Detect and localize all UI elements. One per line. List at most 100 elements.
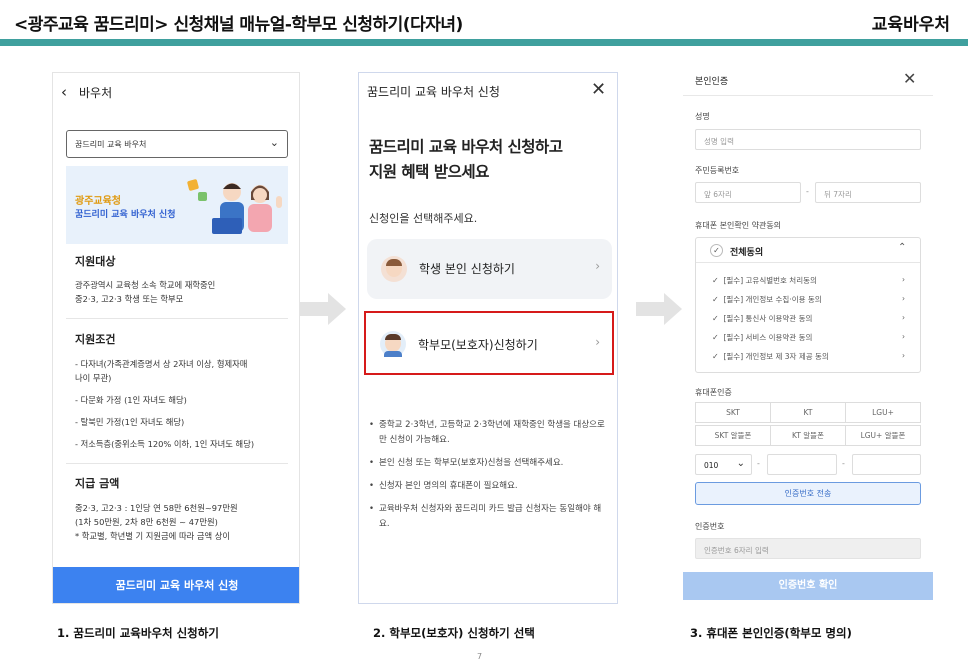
agreement-box: ✓ 전체동의 ⌃ ✓ [필수] 고유식별번호 처리동의 › ✓ [필수] 개인정보… (695, 237, 921, 373)
voucher-select[interactable]: 꿈드리미 교육 바우처 ⌄ (66, 130, 288, 158)
agree-item[interactable]: ✓ [필수] 서비스 이용약관 동의 › (712, 332, 905, 343)
area-code-value: 010 (704, 461, 719, 470)
divider (66, 463, 288, 464)
rrn-front-input[interactable]: 앞 6자리 (695, 182, 801, 203)
page-number: 7 (477, 652, 483, 661)
phone-last-input[interactable] (852, 454, 921, 475)
section-heading-amount: 지급 금액 (75, 477, 120, 490)
applicant-select-dialog: 꿈드리미 교육 바우처 신청 ✕ 꿈드리미 교육 바우처 신청하고 지원 혜택 … (358, 72, 618, 604)
check-icon[interactable]: ✓ (712, 352, 719, 361)
section-heading-conditions: 지원조건 (75, 333, 116, 346)
agree-all-label: 전체동의 (730, 248, 764, 258)
chevron-right-icon[interactable]: › (902, 351, 905, 360)
headline-line: 지원 혜택 받으세요 (369, 163, 489, 181)
agree-item-label: [필수] 서비스 이용약관 동의 (723, 333, 813, 342)
chevron-right-icon[interactable]: › (902, 294, 905, 303)
chevron-right-icon[interactable]: › (902, 275, 905, 284)
header-accent-bar (0, 39, 968, 46)
carrier-option[interactable]: SKT (695, 402, 771, 423)
code-label: 인증번호 (695, 522, 725, 531)
text-line: - 다문화 가정 (1인 자녀도 해당) (75, 395, 187, 405)
chevron-up-icon[interactable]: ⌃ (898, 242, 906, 253)
name-input[interactable]: 성명 입력 (695, 129, 921, 150)
identity-verification-screen: 본인인증 ✕ 성명 성명 입력 주민등록번호 앞 6자리 - 뒤 7자리 휴대폰… (683, 65, 933, 600)
text-line: (1차 50만원, 2차 8만 6천원 ~ 47만원) (75, 517, 218, 527)
code-input[interactable]: 인증번호 6자리 입력 (695, 538, 921, 559)
divider (683, 95, 933, 96)
banner-illustration (187, 179, 282, 234)
text-line: * 학교별, 학년별 기 지원금에 따라 금액 상이 (75, 531, 231, 541)
section-heading-target: 지원대상 (75, 255, 116, 268)
parent-avatar-icon (380, 331, 406, 357)
chevron-right-icon: › (595, 259, 600, 273)
student-option-label: 학생 본인 신청하기 (419, 262, 515, 276)
student-apply-option[interactable]: 학생 본인 신청하기 › (367, 239, 612, 299)
agree-item-label: [필수] 고유식별번호 처리동의 (723, 276, 817, 285)
carrier-option[interactable]: SKT 알뜰폰 (695, 425, 771, 446)
dialog-headline: 꿈드리미 교육 바우처 신청하고 지원 혜택 받으세요 (369, 135, 563, 185)
headline-line: 꿈드리미 교육 바우처 신청하고 (369, 138, 563, 156)
rrn-back-input[interactable]: 뒤 7자리 (815, 182, 921, 203)
check-icon[interactable]: ✓ (712, 333, 719, 342)
agree-all-row[interactable]: ✓ 전체동의 ⌃ (696, 238, 920, 263)
text-line: - 탈북민 가정(1인 자녀도 해당) (75, 417, 185, 427)
parent-apply-option[interactable]: 학부모(보호자)신청하기 › (364, 311, 614, 375)
phone-middle-input[interactable] (767, 454, 837, 475)
area-code-select[interactable]: 010 ⌄ (695, 454, 752, 475)
check-icon[interactable]: ✓ (712, 295, 719, 304)
phone-dash: - (842, 459, 845, 468)
check-icon[interactable]: ✓ (712, 276, 719, 285)
agree-item-label: [필수] 개인정보 수집·이용 동의 (723, 295, 822, 304)
banner-title: 광주교육청 (75, 196, 121, 207)
arrow-right-icon (636, 293, 682, 325)
carrier-option[interactable]: LGU+ 알뜰폰 (845, 425, 921, 446)
carrier-option[interactable]: KT (770, 402, 846, 423)
rrn-label: 주민등록번호 (695, 166, 740, 175)
header-right-label: 교육바우처 (871, 15, 950, 35)
student-avatar-icon (381, 256, 407, 282)
verification-title: 본인인증 (695, 77, 729, 87)
chevron-right-icon[interactable]: › (902, 313, 905, 322)
phone-dash: - (757, 459, 760, 468)
step-caption: 2. 학부모(보호자) 신청하기 선택 (373, 626, 535, 640)
phone-verification-label: 휴대폰인증 (695, 388, 732, 397)
notice-item: 중학교 2·3학년, 고등학교 2·3학년에 재학중인 학생을 대상으로만 신청… (369, 418, 609, 448)
dialog-subtext: 신청인을 선택해주세요. (369, 212, 478, 225)
chevron-right-icon[interactable]: › (902, 332, 905, 341)
section-target-text: 광주광역시 교육청 소속 학교에 재학중인 중2·3, 고2·3 학생 또는 학… (75, 278, 215, 306)
back-chevron-icon[interactable]: ‹ (61, 83, 67, 101)
carrier-option[interactable]: LGU+ (845, 402, 921, 423)
section-conditions-text: - 다자녀(가족관계증명서 상 2자녀 이상, 형제자매 나이 무관) - 다문… (75, 357, 254, 451)
close-icon[interactable]: ✕ (903, 69, 916, 88)
close-icon[interactable]: ✕ (591, 79, 606, 100)
check-icon[interactable]: ✓ (712, 314, 719, 323)
apply-voucher-button[interactable]: 꿈드리미 교육 바우처 신청 (53, 567, 299, 603)
send-code-button[interactable]: 인증번호 전송 (695, 482, 921, 505)
agree-item[interactable]: ✓ [필수] 개인정보 수집·이용 동의 › (712, 294, 905, 305)
agree-item-label: [필수] 통신사 이용약관 동의 (723, 314, 813, 323)
text-line: - 저소득층(중위소득 120% 이하, 1인 자녀도 해당) (75, 439, 255, 449)
dialog-title: 꿈드리미 교육 바우처 신청 (367, 85, 500, 99)
confirm-code-button[interactable]: 인증번호 확인 (683, 572, 933, 600)
agree-item[interactable]: ✓ [필수] 통신사 이용약관 동의 › (712, 313, 905, 324)
section-amount-text: 중2·3, 고2·3 : 1인당 연 58만 6천원~97만원 (1차 50만원… (75, 501, 238, 543)
notice-list: 중학교 2·3학년, 고등학교 2·3학년에 재학중인 학생을 대상으로만 신청… (369, 418, 609, 540)
agree-item[interactable]: ✓ [필수] 고유식별번호 처리동의 › (712, 275, 905, 286)
arrow-right-icon (300, 293, 346, 325)
chevron-down-icon: ⌄ (736, 458, 745, 469)
notice-item: 교육바우처 신청자와 꿈드리미 카드 발급 신청자는 동일해야 해요. (369, 502, 609, 532)
name-label: 성명 (695, 112, 710, 121)
carrier-option[interactable]: KT 알뜰폰 (770, 425, 846, 446)
text-line: 중2·3, 고2·3 : 1인당 연 58만 6천원~97만원 (75, 503, 238, 513)
notice-item: 신청자 본인 명의의 휴대폰이 필요해요. (369, 479, 609, 494)
back-label[interactable]: 바우처 (79, 84, 112, 101)
text-line: 중2·3, 고2·3 학생 또는 학부모 (75, 294, 184, 304)
chevron-right-icon: › (595, 335, 600, 349)
agree-item[interactable]: ✓ [필수] 개인정보 제 3자 제공 동의 › (712, 351, 905, 362)
notice-item: 본인 신청 또는 학부모(보호자)신청을 선택해주세요. (369, 456, 609, 471)
step-caption: 3. 휴대폰 본인인증(학부모 명의) (690, 626, 852, 640)
agree-item-label: [필수] 개인정보 제 3자 제공 동의 (723, 352, 829, 361)
divider (66, 318, 288, 319)
chevron-down-icon: ⌄ (269, 136, 279, 149)
check-icon[interactable]: ✓ (710, 244, 723, 257)
